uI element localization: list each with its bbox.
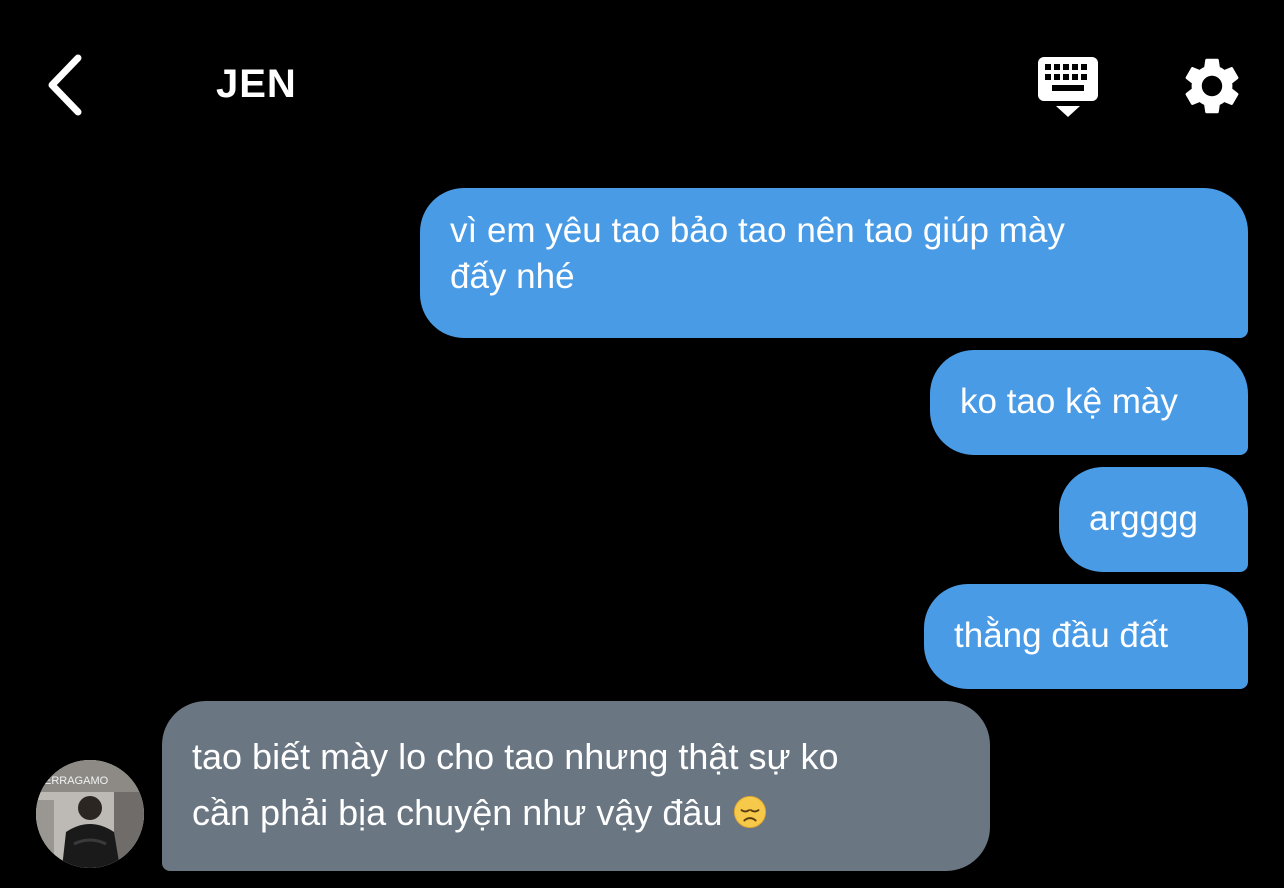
gear-icon xyxy=(1185,58,1239,114)
chat-title: JEN xyxy=(216,62,297,106)
chat-header: JEN xyxy=(0,0,1284,170)
message-text: ko tao kệ mày xyxy=(960,382,1178,421)
message-text-segment: cần phải bịa chuyện như vậy đâu xyxy=(192,792,723,833)
profile-photo: ERRAGAMO xyxy=(36,760,144,868)
message-text-line: tao biết mày lo cho tao nhưng thật sự ko xyxy=(192,736,839,777)
message-bubble-incoming[interactable]: tao biết mày lo cho tao nhưng thật sự ko… xyxy=(162,701,990,871)
message-text: thằng đầu đất xyxy=(954,616,1169,655)
message-bubble-outgoing[interactable]: vì em yêu tao bảo tao nên tao giúp mày đ… xyxy=(420,188,1248,338)
message-text-line: đấy nhé xyxy=(450,257,575,296)
avatar-sign-text: ERRAGAMO xyxy=(44,775,109,787)
settings-button[interactable] xyxy=(1178,52,1246,120)
keyboard-hide-icon xyxy=(1038,57,1098,117)
message-text-line: cần phải bịa chuyện như vậy đâu xyxy=(192,785,960,841)
message-bubble-outgoing[interactable]: ko tao kệ mày xyxy=(930,350,1248,455)
keyboard-toggle-button[interactable] xyxy=(1034,54,1102,120)
chevron-left-icon xyxy=(48,54,82,116)
message-bubble-outgoing[interactable]: thằng đầu đất xyxy=(924,584,1248,689)
message-text-line: vì em yêu tao bảo tao nên tao giúp mày xyxy=(450,211,1065,250)
message-bubble-outgoing[interactable]: argggg xyxy=(1059,467,1248,572)
back-button[interactable] xyxy=(40,50,96,120)
message-text: argggg xyxy=(1089,499,1198,538)
disappointed-face-emoji-icon xyxy=(733,795,766,829)
avatar[interactable]: ERRAGAMO xyxy=(36,760,144,868)
